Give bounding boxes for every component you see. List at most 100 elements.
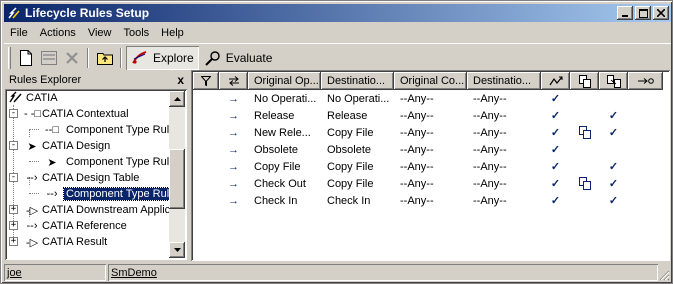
collapse-toggle[interactable]: - [9,109,18,118]
rules-explorer-close-button[interactable]: x [177,73,184,87]
transition-check-cell[interactable]: ✓ [541,175,570,192]
destination-condition-cell[interactable]: --Any-- [467,107,541,124]
destination-condition-cell[interactable]: --Any-- [467,158,541,175]
destination-condition-cell[interactable]: --Any-- [467,175,541,192]
scroll-thumb[interactable] [169,149,185,209]
empty-cell[interactable] [193,107,219,124]
link-column-header[interactable] [628,72,663,90]
empty-cell[interactable] [193,175,219,192]
destination-operation-cell[interactable]: Copy File [321,158,394,175]
destination-operation-cell[interactable]: Obsolete [321,141,394,158]
original-condition-cell[interactable]: --Any-- [394,192,467,209]
tree-node-component-type-rule-selected[interactable]: --› Component Type Rule [40,186,179,202]
evaluate-button[interactable]: Evaluate [199,46,278,70]
empty-cell[interactable] [193,141,219,158]
copy-multi-check-cell[interactable]: ✓ [599,175,628,192]
delete-button[interactable] [61,47,83,69]
menu-tools[interactable]: Tools [117,27,155,39]
scroll-up-button[interactable] [169,91,185,107]
tree-node-catia-reference[interactable]: --› CATIA Reference [24,218,129,234]
copy-cell[interactable] [570,192,599,209]
destination-operation-cell[interactable]: Check In [321,192,394,209]
new-button[interactable] [15,47,37,69]
collapse-toggle[interactable]: - [9,173,18,182]
expand-toggle[interactable]: + [9,221,18,230]
table-row[interactable]: → Release Release --Any-- --Any-- ✓ ✓ [193,107,663,124]
destination-operation-cell[interactable]: Copy File [321,124,394,141]
original-operation-cell[interactable]: Check Out [248,175,321,192]
original-operation-column-header[interactable]: Original Op... [248,72,321,90]
up-folder-button[interactable] [94,47,116,69]
original-operation-cell[interactable]: No Operati... [248,90,321,107]
direction-arrow[interactable]: → [219,158,248,175]
transition-check-cell[interactable]: ✓ [541,158,570,175]
empty-cell[interactable] [193,158,219,175]
table-row[interactable]: → Obsolete Obsolete --Any-- --Any-- ✓ [193,141,663,158]
destination-operation-column-header[interactable]: Destinatio... [321,72,394,90]
resize-grip-icon[interactable] [658,269,670,281]
copy-cell[interactable] [570,158,599,175]
destination-condition-cell[interactable]: --Any-- [467,90,541,107]
toolbar-grip[interactable] [8,46,11,69]
transition-check-cell[interactable]: ✓ [541,90,570,107]
direction-arrow[interactable]: → [219,124,248,141]
menu-file[interactable]: File [4,27,34,39]
maximize-button[interactable] [635,6,651,20]
copy-cell[interactable] [570,175,599,192]
copy-cell[interactable] [570,124,599,141]
tree-vertical-scrollbar[interactable] [169,91,185,258]
swap-column-header[interactable] [219,72,248,90]
tree-node-catia-contextual[interactable]: - -□ CATIA Contextual [24,106,131,122]
destination-condition-cell[interactable]: --Any-- [467,124,541,141]
collapse-toggle[interactable]: - [9,141,18,150]
filter-column-header[interactable] [193,72,219,90]
status-vault[interactable]: SmDemo [111,267,157,279]
original-operation-cell[interactable]: Obsolete [248,141,321,158]
original-condition-cell[interactable]: --Any-- [394,141,467,158]
copy-multi-check-cell[interactable]: ✓ [599,124,628,141]
empty-cell[interactable] [628,141,663,158]
close-button[interactable] [653,6,669,20]
menu-help[interactable]: Help [155,27,190,39]
direction-arrow[interactable]: → [219,107,248,124]
table-row[interactable]: → No Operati... No Operati... --Any-- --Any-… [193,90,663,107]
tree-node-catia-design[interactable]: ➤ CATIA Design [24,138,112,154]
copy-multi-check-cell[interactable]: ✓ [599,192,628,209]
copy-multi-check-cell[interactable] [599,141,628,158]
destination-condition-column-header[interactable]: Destinatio... [467,72,541,90]
copy-multi-check-cell[interactable] [599,90,628,107]
original-operation-cell[interactable]: Check In [248,192,321,209]
original-condition-column-header[interactable]: Original Co... [394,72,467,90]
copy-cell[interactable] [570,141,599,158]
destination-operation-cell[interactable]: No Operati... [321,90,394,107]
direction-arrow[interactable]: → [219,90,248,107]
original-condition-cell[interactable]: --Any-- [394,158,467,175]
original-condition-cell[interactable]: --Any-- [394,90,467,107]
destination-operation-cell[interactable]: Copy File [321,175,394,192]
destination-condition-cell[interactable]: --Any-- [467,141,541,158]
table-row[interactable]: → Check In Check In --Any-- --Any-- ✓ ✓ [193,192,663,209]
original-operation-cell[interactable]: Copy File [248,158,321,175]
menu-view[interactable]: View [82,27,118,39]
copy-multi-check-cell[interactable]: ✓ [599,107,628,124]
tree-node-catia-downstream[interactable]: -▷ CATIA Downstream Applic [24,202,172,218]
direction-arrow[interactable]: → [219,141,248,158]
original-condition-cell[interactable]: --Any-- [394,175,467,192]
empty-cell[interactable] [193,124,219,141]
empty-cell[interactable] [193,90,219,107]
empty-cell[interactable] [628,192,663,209]
explore-button[interactable]: Explore [126,45,199,70]
scroll-down-button[interactable] [169,242,185,258]
original-condition-cell[interactable]: --Any-- [394,107,467,124]
rules-tree[interactable]: CATIA - -□ CATIA Contextual - --□ Compon… [5,89,187,260]
empty-cell[interactable] [628,90,663,107]
expand-toggle[interactable]: + [9,237,18,246]
minimize-button[interactable] [617,6,633,20]
rules-grid[interactable]: Original Op... Destinatio... Original Co… [191,70,670,261]
copy-cell[interactable] [570,107,599,124]
table-row[interactable]: → New Rele... Copy File --Any-- --Any-- ✓ ✓ [193,124,663,141]
copy-multi-check-cell[interactable]: ✓ [599,158,628,175]
empty-cell[interactable] [628,175,663,192]
transition-check-cell[interactable]: ✓ [541,192,570,209]
destination-condition-cell[interactable]: --Any-- [467,192,541,209]
